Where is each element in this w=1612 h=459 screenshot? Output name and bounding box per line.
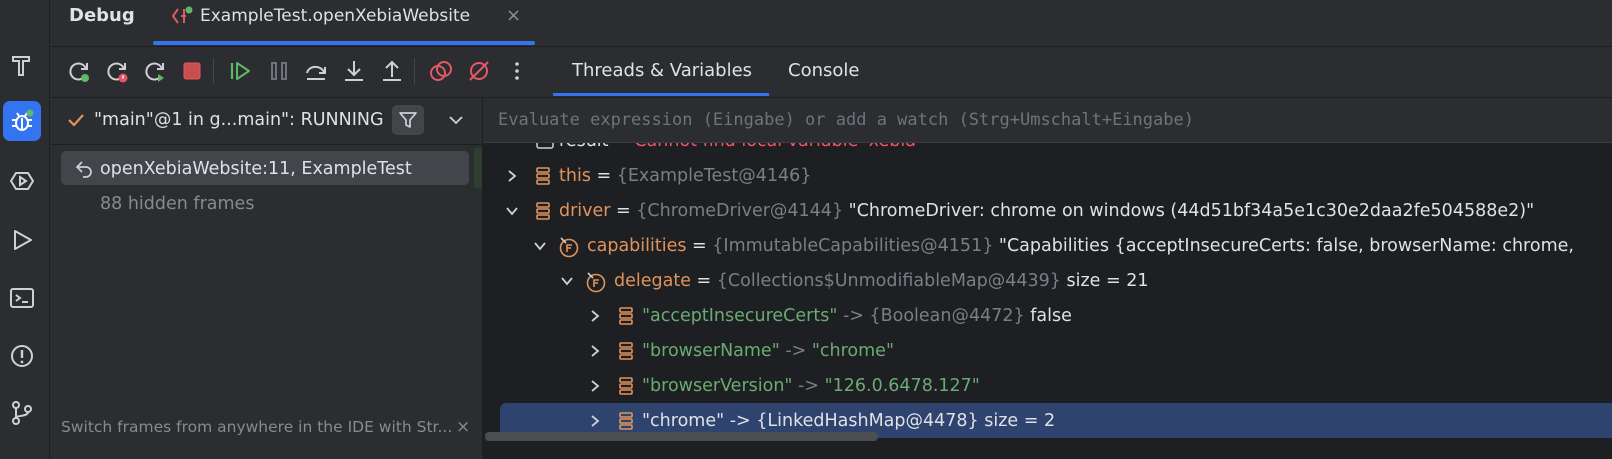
- separator: =: [686, 236, 713, 256]
- chevron-right-icon[interactable]: [503, 159, 521, 193]
- map-value: "126.0.6478.127": [824, 376, 980, 396]
- check-icon: [66, 110, 86, 130]
- variable-row-this[interactable]: this = {ExampleTest@4146}: [500, 159, 1612, 193]
- map-entry-icon: [616, 306, 636, 326]
- terminal-icon[interactable]: [3, 278, 41, 318]
- git-icon[interactable]: [3, 393, 41, 433]
- map-key: "chrome": [642, 411, 725, 431]
- tool-window-title: Debug: [69, 5, 135, 26]
- toolbar-separator: [213, 58, 214, 84]
- chevron-down-icon[interactable]: [558, 264, 576, 298]
- test-debug-icon: [172, 6, 194, 26]
- pause-icon[interactable]: [264, 56, 294, 86]
- map-key: "acceptInsecureCerts": [642, 306, 838, 326]
- chevron-right-icon[interactable]: [586, 334, 604, 368]
- step-into-icon[interactable]: [339, 56, 369, 86]
- map-entry-row[interactable]: "browserVersion" -> "126.0.6478.127": [585, 369, 1612, 403]
- frame-label: openXebiaWebsite:11, ExampleTest: [100, 159, 412, 179]
- arrow: ->: [837, 306, 870, 326]
- arrow: ->: [724, 411, 757, 431]
- object-ref: {Boolean@4472}: [869, 306, 1025, 326]
- step-out-icon[interactable]: [377, 56, 407, 86]
- tab-threads-variables[interactable]: Threads & Variables: [572, 58, 752, 84]
- chevron-down-icon[interactable]: [531, 229, 549, 263]
- field-icon: [533, 201, 553, 221]
- build-icon[interactable]: [3, 45, 41, 85]
- step-over-icon[interactable]: [301, 56, 331, 86]
- map-entry-icon: [616, 411, 636, 431]
- separator: =: [610, 201, 637, 221]
- final-field-icon: [558, 236, 579, 258]
- separator: =: [590, 166, 617, 186]
- final-field-icon: [585, 271, 606, 293]
- variable-value: "ChromeDriver: chrome on windows (44d51b…: [843, 201, 1535, 221]
- arrow: ->: [779, 341, 812, 361]
- thread-label: "main"@1 in g...main": RUNNING: [94, 110, 384, 130]
- problems-icon[interactable]: [3, 336, 41, 376]
- chevron-right-icon[interactable]: [586, 299, 604, 333]
- variable-value: size = 21: [1060, 271, 1149, 291]
- rerun-icon[interactable]: [64, 56, 94, 86]
- object-ref: {ImmutableCapabilities@4151}: [712, 236, 994, 256]
- frame-divider-mark: [474, 148, 482, 188]
- map-value: "chrome": [811, 341, 895, 361]
- mute-breakpoints-icon[interactable]: [464, 56, 494, 86]
- services-icon[interactable]: [3, 161, 41, 201]
- variable-row-delegate[interactable]: delegate = {Collections$UnmodifiableMap@…: [555, 264, 1612, 298]
- view-breakpoints-icon[interactable]: [426, 56, 456, 86]
- field-icon: [533, 166, 553, 186]
- map-key: "browserVersion": [642, 376, 793, 396]
- return-frame-icon: [74, 158, 94, 178]
- active-tab-indicator: [553, 93, 769, 96]
- chevron-right-icon[interactable]: [586, 369, 604, 403]
- more-icon[interactable]: [502, 56, 532, 86]
- run-icon[interactable]: [3, 220, 41, 260]
- variable-name: delegate: [614, 271, 691, 291]
- arrow: ->: [792, 376, 825, 396]
- debug-icon[interactable]: [3, 101, 41, 141]
- close-icon[interactable]: ×: [506, 4, 521, 28]
- evaluate-placeholder: Evaluate expression (Eingabe) or add a w…: [498, 110, 1194, 130]
- variable-value: "Capabilities {acceptInsecureCerts: fals…: [993, 236, 1574, 256]
- map-value: size = 2: [978, 411, 1056, 431]
- object-ref: {Collections$UnmodifiableMap@4439}: [716, 271, 1061, 291]
- variable-row-driver[interactable]: driver = {ChromeDriver@4144} "ChromeDriv…: [500, 194, 1612, 228]
- resume-icon[interactable]: [225, 56, 255, 86]
- separator: =: [690, 271, 717, 291]
- map-entry-row[interactable]: "browserName" -> "chrome": [585, 334, 1612, 368]
- tab-console[interactable]: Console: [788, 58, 859, 84]
- hidden-frames-link[interactable]: 88 hidden frames: [100, 192, 254, 216]
- active-tab-indicator: [153, 41, 535, 45]
- variable-row-capabilities[interactable]: capabilities = {ImmutableCapabilities@41…: [528, 229, 1612, 263]
- restart-icon[interactable]: [140, 56, 170, 86]
- map-entry-icon: [616, 341, 636, 361]
- tool-window-strip: [0, 0, 50, 459]
- map-key: "browserName": [642, 341, 780, 361]
- filter-icon[interactable]: [392, 105, 424, 135]
- toolbar-separator: [414, 58, 415, 84]
- map-value: false: [1024, 306, 1072, 326]
- map-entry-row[interactable]: "acceptInsecureCerts" -> {Boolean@4472} …: [585, 299, 1612, 333]
- chevron-down-icon[interactable]: [503, 194, 521, 228]
- frames-hint: Switch frames from anywhere in the IDE w…: [61, 418, 451, 436]
- variable-name: this: [559, 166, 591, 186]
- object-ref: {ExampleTest@4146}: [616, 166, 812, 186]
- object-ref: {LinkedHashMap@4478}: [756, 411, 979, 431]
- close-icon[interactable]: ×: [456, 416, 470, 438]
- stop-icon[interactable]: [177, 56, 207, 86]
- chevron-down-icon[interactable]: [446, 110, 466, 130]
- map-entry-icon: [616, 376, 636, 396]
- variable-name: capabilities: [587, 236, 687, 256]
- rerun-failed-icon[interactable]: [102, 56, 132, 86]
- object-ref: {ChromeDriver@4144}: [636, 201, 844, 221]
- session-tab-label: ExampleTest.openXebiaWebsite: [200, 6, 471, 26]
- scrollbar-thumb[interactable]: [485, 432, 878, 441]
- variable-name: driver: [559, 201, 611, 221]
